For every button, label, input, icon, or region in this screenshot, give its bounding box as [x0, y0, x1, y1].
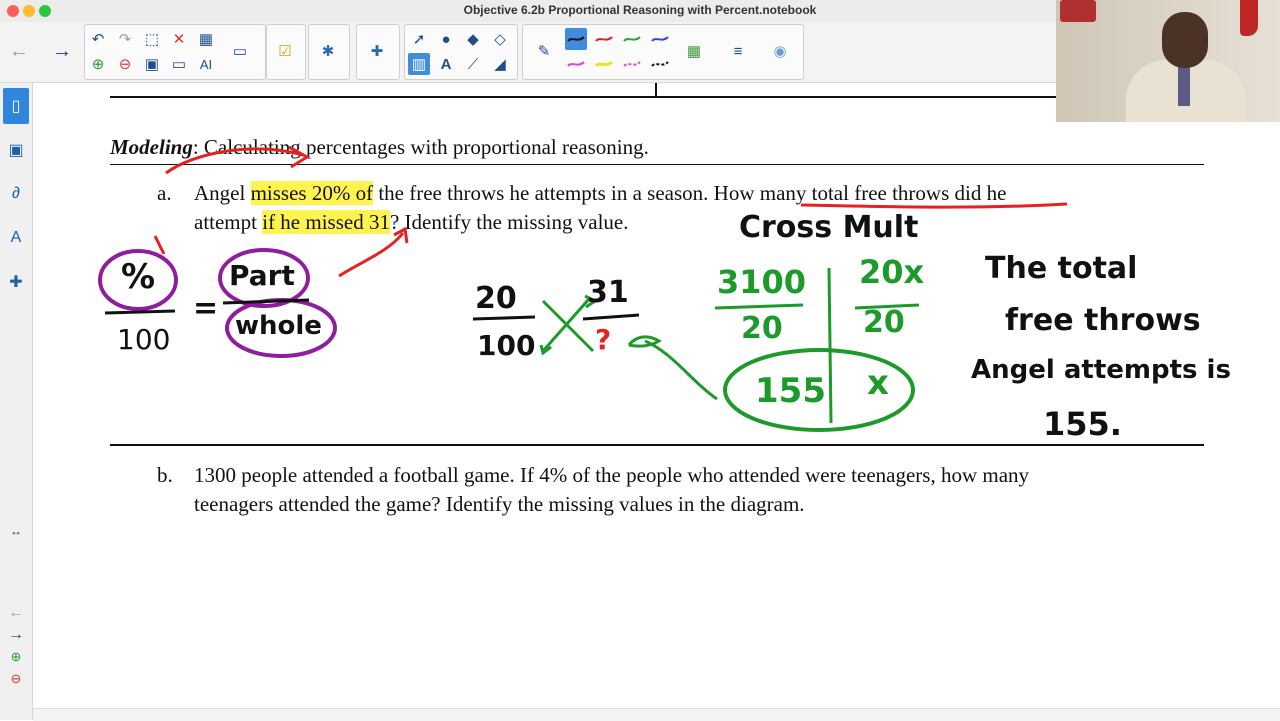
ink-20x: 20x: [859, 253, 925, 291]
presenter-head: [1162, 12, 1208, 68]
resize-sidebar-icon[interactable]: ↔: [3, 513, 29, 549]
delete-page-icon[interactable]: ⊖: [114, 53, 136, 75]
pen-color-blue[interactable]: [649, 28, 671, 50]
green-cross: [541, 298, 595, 353]
response-icon[interactable]: ☑: [274, 40, 296, 62]
forward-icon[interactable]: →: [51, 40, 73, 62]
add-page-icon[interactable]: ⊕: [87, 53, 109, 75]
pen-color-green[interactable]: [621, 28, 643, 50]
drawing-tools-group: ➚ ● ◆ ◇ ▥ A ⟋ ◢: [404, 24, 518, 80]
webcam-stocking: [1240, 0, 1258, 36]
addons-group: ✱: [308, 24, 350, 80]
pen-color-black[interactable]: [565, 28, 587, 50]
fill-icon[interactable]: ◆: [462, 28, 484, 50]
addons-icon[interactable]: ✱: [317, 40, 339, 62]
sidebar: ▯ ▣ ∂ A ✚ ↔ ← → ⊕ ⊖: [0, 83, 33, 720]
notebook-canvas[interactable]: Modeling: Calculating percentages with p…: [33, 83, 1280, 708]
response-group: ☑: [266, 24, 306, 80]
ink-equals: =: [193, 291, 219, 326]
pen-color-red[interactable]: [593, 28, 615, 50]
addons-tab-icon[interactable]: ✚: [3, 264, 29, 300]
next-page-icon[interactable]: →: [3, 625, 29, 645]
color-palette-icon[interactable]: ▦: [683, 40, 705, 62]
ink-percent: %: [121, 257, 156, 297]
table-tool-icon[interactable]: ▥: [408, 53, 430, 75]
ink-conclusion-4: 155.: [1043, 405, 1122, 443]
line-icon[interactable]: ⟋: [462, 53, 484, 75]
ink-x: x: [867, 363, 889, 403]
ink-hundred: 100: [117, 323, 171, 356]
properties-tab-icon[interactable]: A: [3, 220, 29, 256]
red-underline: [800, 202, 1068, 209]
red-arrow-right: [338, 232, 405, 278]
status-bar: [33, 708, 1280, 721]
green-arrow: [644, 339, 718, 401]
ink-whole: whole: [235, 311, 322, 341]
delete-page-side-icon[interactable]: ⊖: [3, 669, 29, 689]
ink-cross-mult: Cross Mult: [739, 210, 919, 245]
eraser-shape-icon[interactable]: ◇: [489, 28, 511, 50]
activity-group: ✚: [356, 24, 400, 80]
ink-part: Part: [229, 259, 295, 292]
ink-fraction-100: 100: [477, 329, 536, 362]
text-icon[interactable]: A: [435, 53, 457, 75]
webcam-decoration: [1060, 0, 1096, 22]
edit-tools-group: ↶ ↷ ⬚ ✕ ▦ ⊕ ⊖ ▣ ▭ AI ▭: [84, 24, 266, 80]
screen-capture-icon[interactable]: ▭: [229, 40, 251, 62]
pen-tools-group: ✎ ▦ ≡ ◉: [522, 24, 804, 80]
problem-b-line-2: teenagers attended the game? Identify th…: [194, 492, 805, 516]
undo-icon[interactable]: ↶: [87, 28, 109, 50]
delete-icon[interactable]: ✕: [168, 28, 190, 50]
properties-icon[interactable]: ◉: [769, 40, 791, 62]
pen-color-black-dashed[interactable]: [649, 53, 671, 75]
activity-builder-icon[interactable]: ✚: [366, 40, 388, 62]
ink-20-a: 20: [741, 311, 783, 346]
ink-conclusion-1: The total: [985, 251, 1138, 286]
display-icon[interactable]: ▭: [168, 53, 190, 75]
webcam-video: [1056, 0, 1280, 122]
attachments-icon[interactable]: ∂: [3, 176, 29, 212]
select-icon[interactable]: ➚: [408, 28, 430, 50]
line-style-icon[interactable]: ≡: [727, 40, 749, 62]
eraser-icon[interactable]: ◢: [489, 53, 511, 75]
text-recognition-icon[interactable]: AI: [195, 53, 217, 75]
pen-color-magenta[interactable]: [565, 53, 587, 75]
add-page-side-icon[interactable]: ⊕: [3, 647, 29, 667]
ink-layer: [98, 145, 1204, 446]
ink-question: ?: [595, 323, 612, 356]
ink-20-b: 20: [863, 305, 905, 340]
pen-color-pink-dashed[interactable]: [621, 53, 643, 75]
red-arrow-top: [165, 147, 304, 175]
pen-color-yellow[interactable]: [593, 53, 615, 75]
ink-fraction-20: 20: [475, 281, 517, 316]
ink-conclusion-2: free throws: [1005, 303, 1201, 338]
problem-b-letter: b.: [157, 463, 173, 487]
ink-conclusion-3: Angel attempts is: [971, 355, 1231, 385]
gallery-icon[interactable]: ▣: [3, 132, 29, 168]
ink-3100: 3100: [717, 263, 807, 301]
pen-icon[interactable]: ✎: [533, 40, 555, 62]
ink-fraction-31: 31: [587, 275, 629, 310]
problem-b-line-1: 1300 people attended a football game. If…: [194, 463, 1030, 487]
save-icon[interactable]: ▣: [141, 53, 163, 75]
redo-icon[interactable]: ↷: [114, 28, 136, 50]
presenter-tie: [1178, 66, 1190, 106]
table-icon[interactable]: ▦: [195, 28, 217, 50]
page-icon[interactable]: ⬚: [141, 28, 163, 50]
prev-page-icon[interactable]: ←: [3, 603, 29, 623]
page-sorter-icon[interactable]: ▯: [3, 88, 29, 124]
ink-155: 155: [755, 371, 826, 411]
back-icon[interactable]: ←: [8, 40, 30, 62]
shapes-icon[interactable]: ●: [435, 28, 457, 50]
